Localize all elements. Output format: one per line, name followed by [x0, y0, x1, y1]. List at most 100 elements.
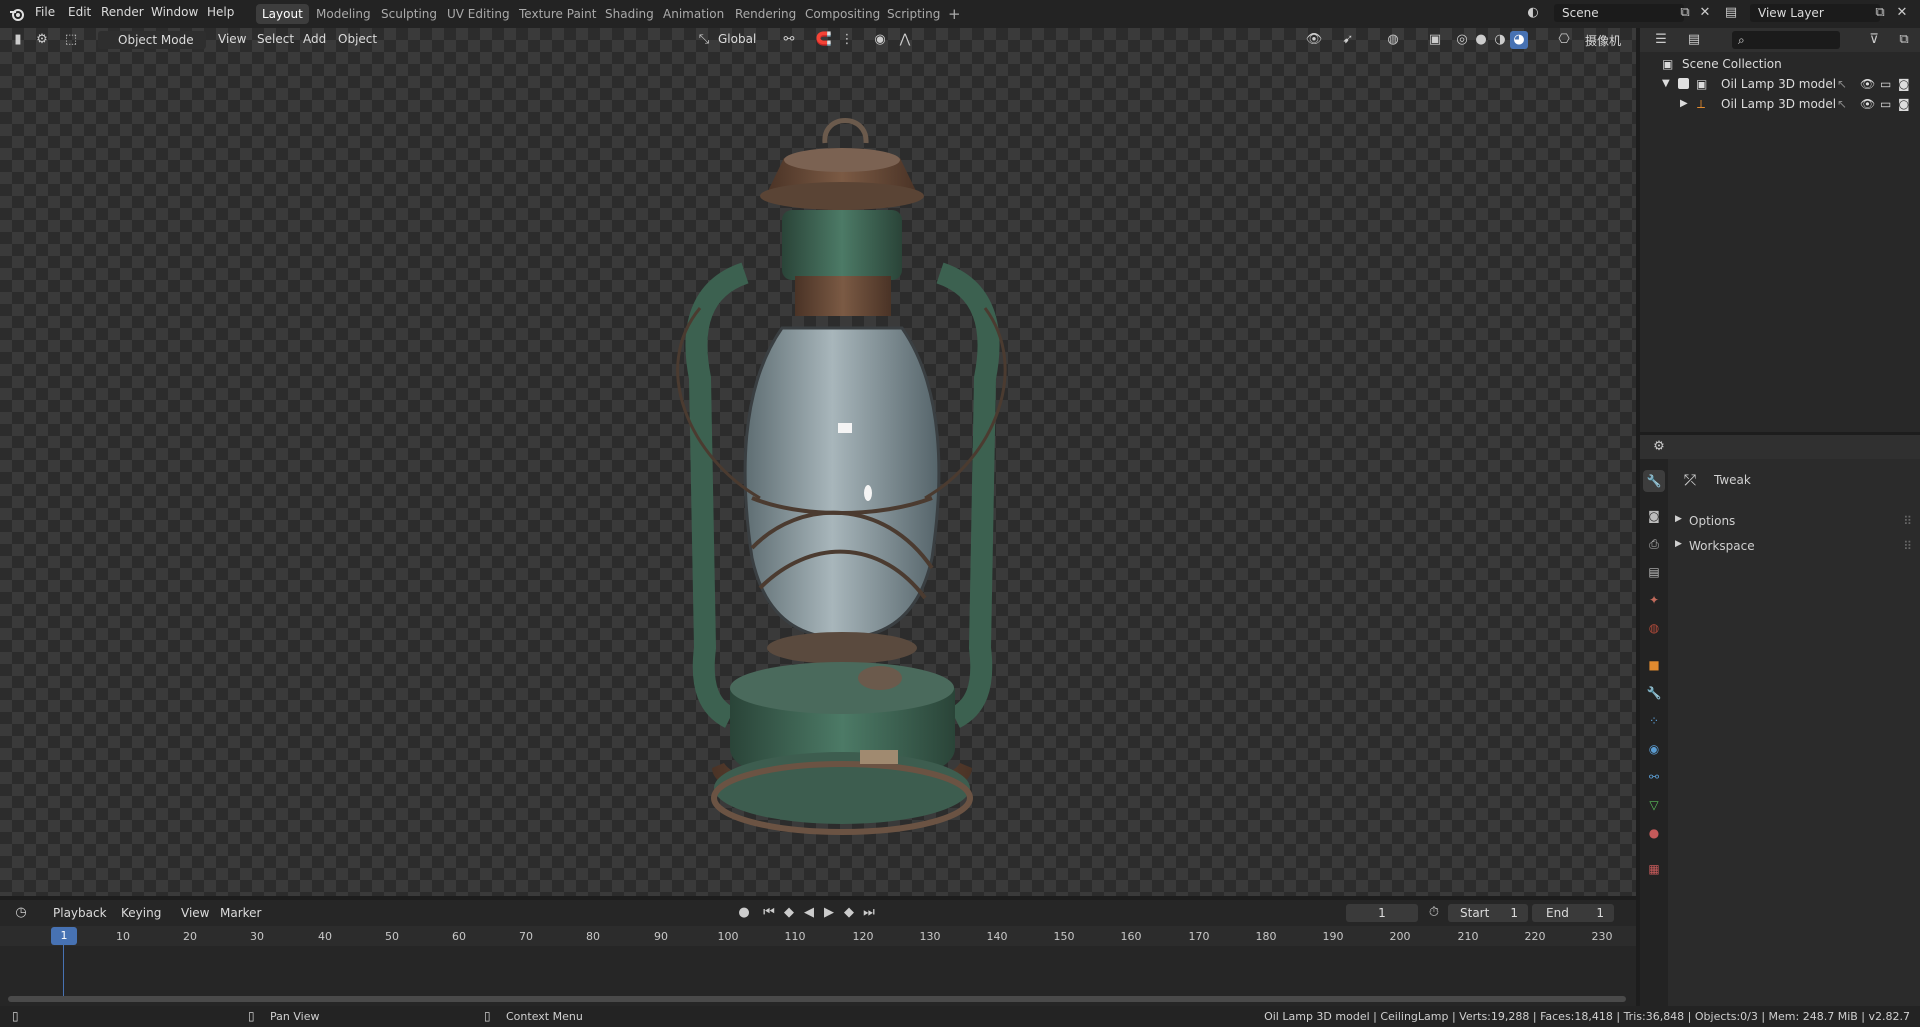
- display-mode-icon[interactable]: ▤: [1685, 31, 1703, 49]
- delete-scene-icon[interactable]: ✕: [1696, 4, 1714, 22]
- tab-output-icon[interactable]: ⎙: [1643, 533, 1665, 555]
- falloff-icon[interactable]: ⋀: [896, 31, 914, 49]
- tab-texture-paint[interactable]: Texture Paint: [513, 4, 602, 24]
- add-workspace-button[interactable]: +: [942, 4, 967, 24]
- render-camera-icon[interactable]: ◙: [1898, 94, 1910, 114]
- rendered-shading-icon[interactable]: ◕: [1510, 31, 1528, 49]
- snap-target-icon[interactable]: ⋮: [838, 31, 856, 49]
- tab-texture-icon[interactable]: ▦: [1643, 858, 1665, 880]
- gizmo-icon[interactable]: ➹: [1339, 31, 1357, 49]
- snap-icon[interactable]: 🧲: [815, 31, 833, 49]
- tab-scene-icon[interactable]: ✦: [1643, 589, 1665, 611]
- menu-edit[interactable]: Edit: [68, 5, 91, 19]
- outliner-row-collection[interactable]: ▼ ▣ Oil Lamp 3D model ↖ 👁 ▭ ◙: [1640, 74, 1920, 94]
- tab-scripting[interactable]: Scripting: [881, 4, 946, 24]
- tab-modeling[interactable]: Modeling: [310, 4, 377, 24]
- tab-render-icon[interactable]: ◙: [1643, 505, 1665, 527]
- tab-constraints-icon[interactable]: ⚯: [1643, 766, 1665, 788]
- new-view-layer-icon[interactable]: ⧉: [1871, 4, 1889, 22]
- object-mode-dropdown[interactable]: Object Mode: [98, 31, 206, 49]
- preview-range-icon[interactable]: ⏱: [1425, 904, 1443, 922]
- monitor-icon[interactable]: ▭: [1880, 94, 1891, 114]
- start-frame-field[interactable]: Start 1: [1448, 904, 1528, 922]
- menu-window[interactable]: Window: [151, 5, 198, 19]
- tab-compositing[interactable]: Compositing: [799, 4, 886, 24]
- checkbox-icon[interactable]: [1678, 78, 1689, 89]
- drag-handle-icon[interactable]: ⠿: [1903, 539, 1912, 553]
- play-reverse-icon[interactable]: ◀: [800, 904, 818, 922]
- menu-render[interactable]: Render: [101, 5, 144, 19]
- delete-view-layer-icon[interactable]: ✕: [1893, 4, 1911, 22]
- tab-rendering[interactable]: Rendering: [729, 4, 802, 24]
- tab-material-icon[interactable]: ●: [1643, 822, 1665, 844]
- material-shading-icon[interactable]: ◑: [1491, 31, 1509, 49]
- scene-collection-row[interactable]: ▣ Scene Collection: [1640, 54, 1920, 74]
- viewport-menu-view[interactable]: View: [218, 32, 246, 46]
- tab-world-icon[interactable]: ◍: [1643, 617, 1665, 639]
- filter-icon[interactable]: ⊽: [1865, 31, 1883, 49]
- menu-file[interactable]: File: [35, 5, 55, 19]
- active-tool-row[interactable]: ⤱ Tweak: [1684, 470, 1904, 492]
- playhead-indicator[interactable]: 1: [51, 927, 77, 945]
- timeline-editor-type-icon[interactable]: ◷: [12, 904, 30, 922]
- tab-sculpting[interactable]: Sculpting: [375, 4, 443, 24]
- select-arrow-icon[interactable]: ↖: [1837, 74, 1847, 94]
- properties-editor-type-icon[interactable]: ⚙: [1650, 438, 1668, 456]
- tab-uv-editing[interactable]: UV Editing: [441, 4, 516, 24]
- wireframe-shading-icon[interactable]: ◎: [1453, 31, 1471, 49]
- solid-shading-icon[interactable]: ●: [1472, 31, 1490, 49]
- monitor-icon[interactable]: ▭: [1880, 74, 1891, 94]
- view-layer-field[interactable]: View Layer: [1750, 4, 1880, 22]
- prev-keyframe-icon[interactable]: ◆: [780, 904, 798, 922]
- drag-handle-icon[interactable]: ⠿: [1903, 514, 1912, 528]
- orientation-dropdown[interactable]: Global: [718, 32, 756, 46]
- jump-end-icon[interactable]: ⏭: [860, 904, 878, 922]
- timeline-menu-playback[interactable]: Playback: [53, 906, 107, 920]
- tool-settings-icon[interactable]: ⚙: [33, 31, 51, 49]
- transform-orientation-icon[interactable]: ⤡: [695, 31, 713, 49]
- expand-arrow-icon[interactable]: ▼: [1662, 74, 1670, 94]
- bookmark-icon[interactable]: ▮: [9, 31, 27, 49]
- end-frame-field[interactable]: End 1: [1532, 904, 1614, 922]
- eye-icon[interactable]: 👁: [1860, 74, 1875, 94]
- tab-particles-icon[interactable]: ⁘: [1643, 710, 1665, 732]
- scene-selector-icon[interactable]: ◐: [1524, 4, 1542, 22]
- xray-icon[interactable]: ▣: [1426, 31, 1444, 49]
- timeline-menu-marker[interactable]: Marker: [220, 906, 261, 920]
- outliner-editor-type-icon[interactable]: ☰: [1652, 31, 1670, 49]
- overlays-icon[interactable]: ◍: [1384, 31, 1402, 49]
- next-keyframe-icon[interactable]: ◆: [840, 904, 858, 922]
- proportional-edit-icon[interactable]: ◉: [871, 31, 889, 49]
- jump-start-icon[interactable]: ⏮: [760, 904, 778, 922]
- tab-animation[interactable]: Animation: [657, 4, 730, 24]
- viewport-menu-select[interactable]: Select: [257, 32, 294, 46]
- new-scene-icon[interactable]: ⧉: [1676, 4, 1694, 22]
- timeline-scrollbar[interactable]: [8, 996, 1626, 1002]
- blender-logo-icon[interactable]: [9, 6, 25, 22]
- camera-icon[interactable]: ⎔: [1555, 31, 1573, 49]
- record-icon[interactable]: ●: [735, 904, 753, 922]
- tab-modifiers-icon[interactable]: 🔧: [1643, 682, 1665, 704]
- tab-tool-icon[interactable]: 🔧: [1643, 470, 1665, 492]
- pivot-icon[interactable]: ⚯: [780, 31, 798, 49]
- expand-arrow-icon[interactable]: ▶: [1680, 94, 1688, 114]
- viewport-menu-add[interactable]: Add: [303, 32, 326, 46]
- timeline-menu-view[interactable]: View: [181, 906, 209, 920]
- outliner-row-object[interactable]: ▶ ⟂ Oil Lamp 3D model ↖ 👁 ▭ ◙: [1640, 94, 1920, 114]
- tab-view-layer-icon[interactable]: ▤: [1643, 561, 1665, 583]
- tab-layout[interactable]: Layout: [256, 4, 309, 24]
- visibility-icon[interactable]: 👁: [1305, 31, 1323, 49]
- viewport-menu-object[interactable]: Object: [338, 32, 377, 46]
- scene-name-field[interactable]: Scene: [1554, 4, 1684, 22]
- select-mode-icon[interactable]: ⬚: [62, 31, 80, 49]
- new-collection-icon[interactable]: ⧉: [1895, 31, 1913, 49]
- panel-options[interactable]: ▶ Options ⠿: [1672, 512, 1912, 532]
- menu-help[interactable]: Help: [207, 5, 234, 19]
- view-layer-icon[interactable]: ▤: [1722, 4, 1740, 22]
- play-icon[interactable]: ▶: [820, 904, 838, 922]
- current-frame-field[interactable]: 1: [1346, 904, 1418, 922]
- outliner-search-input[interactable]: ⌕: [1732, 31, 1840, 49]
- select-arrow-icon[interactable]: ↖: [1837, 94, 1847, 114]
- tab-data-icon[interactable]: ▽: [1643, 794, 1665, 816]
- tab-shading[interactable]: Shading: [599, 4, 660, 24]
